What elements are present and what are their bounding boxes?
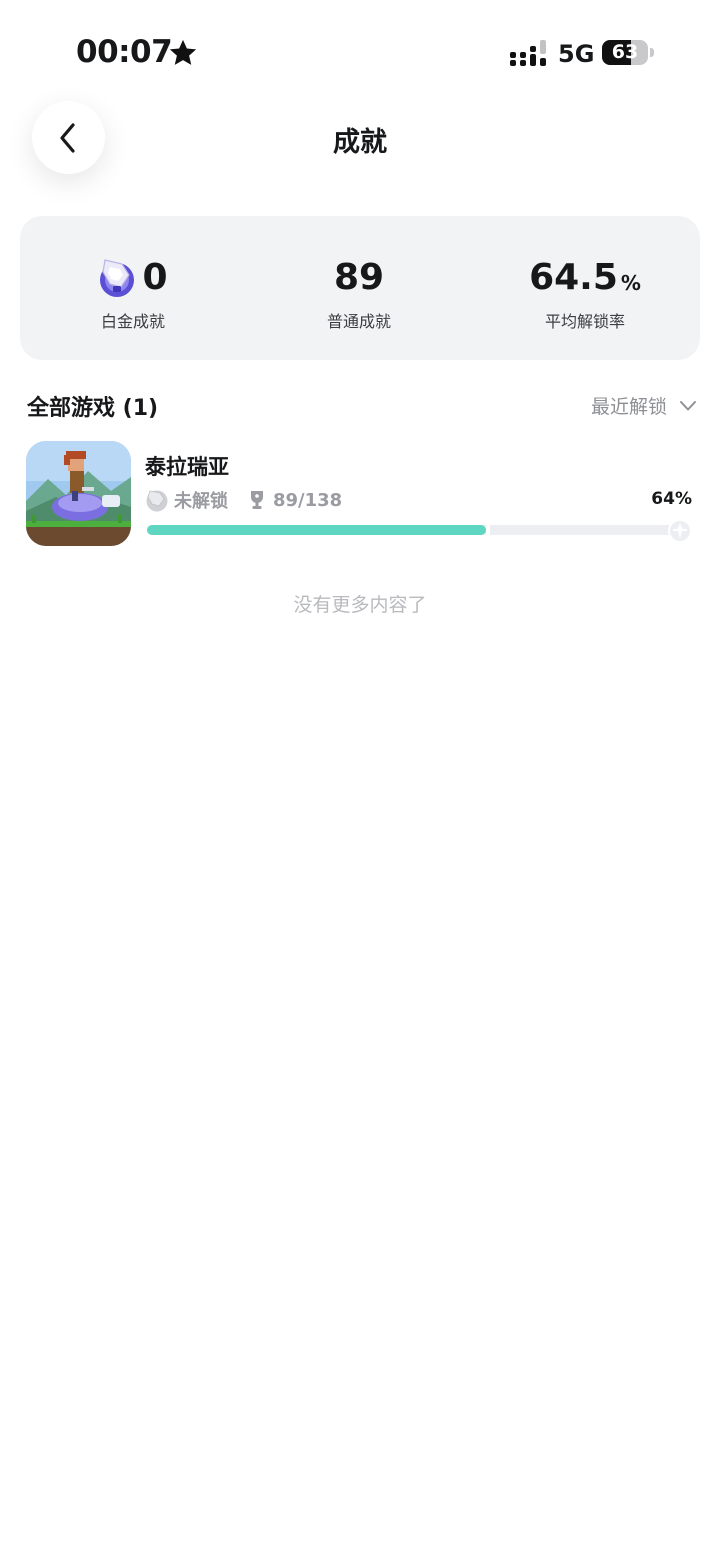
status-time: 00:07 bbox=[76, 34, 173, 70]
average-label: 平均解锁率 bbox=[544, 312, 625, 331]
game-cover-image bbox=[26, 441, 131, 546]
stat-average: 64.5 % 平均解锁率 bbox=[508, 256, 662, 332]
game-list-item[interactable]: 泰拉瑞亚 未解锁 89/138 64% bbox=[26, 441, 696, 549]
average-rate-unit: % bbox=[620, 271, 641, 295]
normal-label: 普通成就 bbox=[326, 312, 391, 331]
battery-level: 63 bbox=[611, 41, 639, 63]
sort-dropdown[interactable]: 最近解锁 bbox=[591, 392, 697, 419]
platinum-count: 0 bbox=[142, 257, 168, 298]
status-bar: 00:07 5G 63 bbox=[0, 0, 720, 100]
trophy-icon bbox=[251, 491, 263, 509]
network-type: 5G bbox=[558, 40, 595, 68]
stat-platinum: 0 白金成就 bbox=[56, 256, 210, 332]
game-meta: 未解锁 89/138 bbox=[145, 487, 342, 513]
platinum-status: 未解锁 bbox=[174, 491, 228, 512]
progress-fill bbox=[147, 525, 487, 535]
game-progress-percent: 64% bbox=[651, 489, 692, 509]
platinum-trophy-icon bbox=[100, 259, 135, 297]
sort-label: 最近解锁 bbox=[590, 396, 667, 418]
game-progress-bar bbox=[147, 525, 673, 535]
trophy-count: 89/138 bbox=[273, 489, 343, 511]
stat-normal: 89 普通成就 bbox=[282, 256, 436, 332]
platinum-locked-icon bbox=[146, 490, 168, 512]
normal-count: 89 bbox=[333, 257, 385, 298]
battery-indicator: 63 bbox=[602, 40, 654, 66]
platinum-goal-icon bbox=[668, 519, 692, 543]
platinum-label: 白金成就 bbox=[100, 312, 165, 331]
chevron-down-icon bbox=[680, 400, 696, 410]
end-of-list-text: 没有更多内容了 bbox=[293, 594, 427, 616]
star-icon bbox=[169, 39, 197, 65]
average-rate: 64.5 bbox=[529, 257, 618, 298]
achievement-stats-card: 0 白金成就 89 普通成就 64.5 % 平均解锁率 bbox=[20, 216, 700, 360]
page-title: 成就 bbox=[333, 127, 387, 158]
signal-icon bbox=[510, 40, 546, 66]
games-section-title: 全部游戏 (1) bbox=[27, 396, 159, 421]
game-title: 泰拉瑞亚 bbox=[145, 455, 229, 479]
